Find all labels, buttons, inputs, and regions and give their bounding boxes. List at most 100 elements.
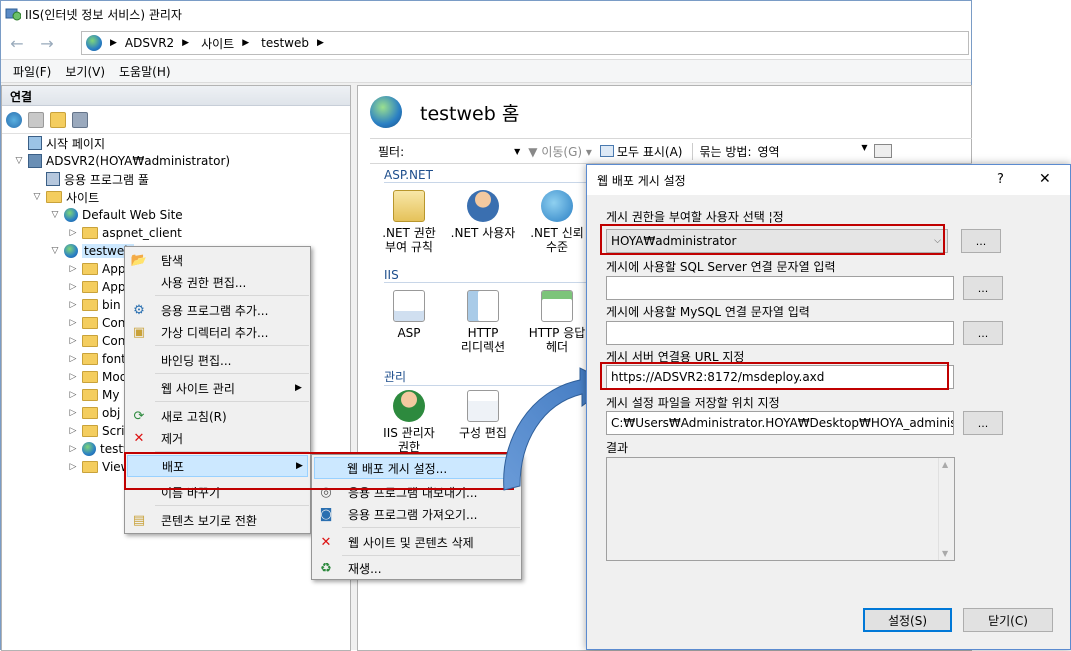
connect-icon[interactable] (6, 111, 22, 128)
show-all-button[interactable]: 모두 표시(A) (599, 143, 682, 160)
disconnect-icon[interactable] (72, 111, 88, 128)
tree-item-app-pools[interactable]: 응용 프로그램 풀 (32, 170, 149, 188)
feature-http-response-headers[interactable]: HTTP 응답 헤더 (524, 290, 590, 354)
tree-item-child[interactable]: ▷ Mod (68, 368, 128, 386)
settings-ok-button[interactable]: 설정(S) (863, 608, 952, 632)
expand-arrow-icon[interactable]: ▷ (68, 282, 78, 292)
tree-item-start-page[interactable]: 시작 페이지 (14, 134, 105, 152)
expand-arrow-icon[interactable]: ▷ (68, 300, 78, 310)
expand-arrow-icon[interactable]: ▷ (68, 426, 78, 436)
expand-arrow-icon[interactable]: ▽ (14, 156, 24, 166)
expand-arrow-icon[interactable]: ▷ (68, 354, 78, 364)
tree-item-child[interactable]: ▷ App (68, 260, 126, 278)
expand-arrow-icon[interactable]: ▷ (68, 264, 78, 274)
group-by-select[interactable]: 영역 ▼ (758, 143, 868, 160)
result-textarea[interactable]: ▲ ▼ (606, 457, 955, 561)
menu-item-edit-permissions[interactable]: 사용 권한 편집... (125, 271, 310, 293)
menu-item-remove[interactable]: ✕ 제거 (125, 427, 310, 449)
menu-file[interactable]: 파일(F) (13, 63, 51, 80)
expand-arrow-icon[interactable]: ▷ (68, 372, 78, 382)
tree-item-child[interactable]: ▷ Con (68, 314, 126, 332)
feature-net-trust-levels[interactable]: .NET 신뢰 수준 (524, 190, 590, 254)
tree-item-default-web-site[interactable]: ▽ Default Web Site (50, 206, 183, 224)
help-button[interactable]: ? (997, 172, 1004, 187)
server-icon (28, 154, 42, 168)
back-arrow-icon[interactable]: ← (5, 31, 29, 55)
go-button[interactable]: ▼ 이동(G) ▾ (528, 143, 592, 160)
title-bar: IIS(인터넷 정보 서비스) 관리자 (1, 1, 971, 27)
tree-item-child[interactable]: ▷ Con (68, 332, 126, 350)
tree-item-child[interactable]: ▷ App (68, 278, 126, 296)
result-scrollbar[interactable]: ▲ ▼ (938, 458, 954, 560)
folder-icon (82, 281, 98, 293)
menu-item-explore[interactable]: 📂 탐색 (125, 249, 310, 271)
expand-arrow-icon[interactable]: ▷ (68, 462, 78, 472)
feature-net-users[interactable]: .NET 사용자 (450, 190, 516, 240)
menu-item-switch-content-view[interactable]: ▤ 콘텐츠 보기로 전환 (125, 509, 310, 531)
menu-item-add-virtual-directory[interactable]: ▣ 가상 디렉터리 추가... (125, 321, 310, 343)
tree-item-child[interactable]: ▷ bin (68, 296, 121, 314)
breadcrumb-item-server[interactable]: ADSVR2 ▶ (125, 36, 195, 50)
highlight-user-field (600, 224, 945, 255)
user-browse-button[interactable]: ... (961, 229, 1001, 253)
expand-arrow-icon[interactable]: ▷ (68, 336, 78, 346)
tree-item-child[interactable]: ▷ obj (68, 404, 121, 422)
path-browse-button[interactable]: ... (963, 411, 1003, 435)
menu-item-refresh[interactable]: ⟳ 새로 고침(R) (125, 405, 310, 427)
collapse-arrow-icon[interactable]: ▽ (32, 192, 42, 202)
expand-arrow-icon[interactable]: ▷ (68, 408, 78, 418)
mysql-browse-button[interactable]: ... (963, 321, 1003, 345)
breadcrumb-item-testweb[interactable]: testweb ▶ (261, 36, 330, 50)
close-button[interactable]: 닫기(C) (963, 608, 1053, 632)
save-icon[interactable] (28, 111, 44, 128)
menu-item-edit-bindings[interactable]: 바인딩 편집... (125, 349, 310, 371)
menu-help[interactable]: 도움말(H) (119, 63, 171, 80)
up-folder-icon[interactable] (50, 111, 66, 128)
home-header: testweb 홈 (370, 96, 519, 128)
sql-connection-input[interactable] (606, 276, 954, 300)
menu-item-manage-website[interactable]: 웹 사이트 관리 ▶ (125, 377, 310, 399)
expand-arrow-icon[interactable]: ▷ (68, 444, 78, 454)
expand-arrow-icon[interactable]: ▷ (68, 318, 78, 328)
forward-arrow-icon[interactable]: → (35, 31, 59, 55)
feature-asp[interactable]: ASP (376, 290, 442, 340)
feature-iis-manager-permissions[interactable]: IIS 관리자 권한 (376, 390, 442, 454)
view-icon[interactable] (873, 144, 892, 158)
feature-http-redirect[interactable]: HTTP 리디렉션 (450, 290, 516, 354)
menu-view[interactable]: 보기(V) (65, 63, 105, 80)
breadcrumb-item-sites[interactable]: 사이트 ▶ (201, 35, 255, 52)
scroll-up-icon[interactable]: ▲ (942, 460, 948, 469)
settings-path-input[interactable]: C:₩Users₩Administrator.HOYA₩Desktop₩HOYA… (606, 411, 954, 435)
tree-item-child[interactable]: ▷ font (68, 350, 126, 368)
response-headers-icon (541, 290, 573, 322)
tree-item-sites[interactable]: ▽ 사이트 (32, 188, 100, 206)
tree-item-child[interactable]: ▷ View (68, 458, 131, 476)
asp-icon (393, 290, 425, 322)
menu-item-recycle[interactable]: ♻ 재생... (312, 557, 521, 579)
folder-icon (82, 407, 98, 419)
tree-item-child[interactable]: ▷ Scri (68, 422, 125, 440)
tree-item-aspnet-client[interactable]: ▷ aspnet_client (68, 224, 182, 242)
start-page-icon (28, 136, 42, 150)
tree-item-child[interactable]: ▷ My (68, 386, 120, 404)
collapse-arrow-icon[interactable]: ▽ (50, 210, 60, 220)
import-icon: ◙ (319, 506, 333, 522)
close-icon[interactable]: ✕ (1039, 171, 1051, 187)
menu-item-delete-site-content[interactable]: ✕ 웹 사이트 및 콘텐츠 삭제 (312, 531, 521, 553)
feature-net-authorization[interactable]: .NET 권한 부여 규칙 (376, 190, 442, 254)
tree-item-testweb[interactable]: ▽ testweb (50, 242, 134, 260)
menu-item-import-application[interactable]: ◙ 응용 프로그램 가져오기... (312, 503, 521, 525)
tree-item-server[interactable]: ▽ ADSVR2(HOYA₩administrator) (14, 152, 230, 170)
breadcrumb: ▶ ADSVR2 ▶ 사이트 ▶ testweb ▶ (81, 31, 969, 55)
expand-arrow-icon[interactable]: ▷ (68, 228, 78, 238)
collapse-arrow-icon[interactable]: ▽ (50, 246, 60, 256)
mysql-connection-input[interactable] (606, 321, 954, 345)
explore-icon: 📂 (130, 252, 148, 268)
filter-dropdown-icon[interactable]: ▼ (514, 147, 520, 156)
expand-arrow-icon[interactable]: ▷ (68, 390, 78, 400)
scroll-down-icon[interactable]: ▼ (942, 549, 948, 558)
sql-browse-button[interactable]: ... (963, 276, 1003, 300)
folder-icon (82, 425, 98, 437)
highlight-deploy-path (124, 452, 514, 490)
menu-item-add-application[interactable]: ⚙ 응용 프로그램 추가... (125, 299, 310, 321)
